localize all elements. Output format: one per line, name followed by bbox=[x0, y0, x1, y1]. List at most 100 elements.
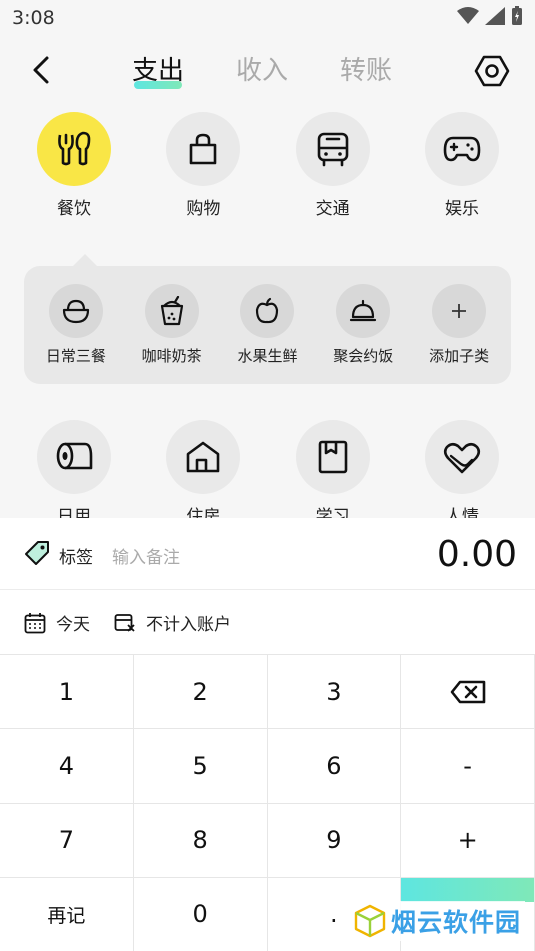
subcategory-panel: 日常三餐 咖啡奶茶 水果生鲜 聚会约饭 添加子类 bbox=[24, 254, 511, 384]
key-backspace[interactable] bbox=[401, 655, 535, 730]
subcategory-label: 日常三餐 bbox=[45, 347, 106, 365]
entry-sheet: 标签 输入备注 0.00 今天 不计入账户 1 2 3 4 5 6 - 7 8 … bbox=[0, 518, 535, 951]
category-dining-label: 餐饮 bbox=[57, 199, 91, 219]
key-6[interactable]: 6 bbox=[267, 729, 402, 804]
key-7[interactable]: 7 bbox=[0, 803, 134, 878]
subcategory-daily-meals[interactable]: 日常三餐 bbox=[30, 284, 122, 366]
battery-icon bbox=[512, 6, 522, 25]
date-label: 今天 bbox=[56, 615, 90, 635]
done-button-gradient bbox=[401, 877, 534, 902]
key-minus[interactable]: - bbox=[401, 729, 535, 804]
subcategory-label: 聚会约饭 bbox=[333, 347, 394, 365]
category-study-circle bbox=[295, 420, 370, 494]
subcategory-circle bbox=[336, 284, 391, 338]
category-dining[interactable]: 餐饮 bbox=[24, 112, 124, 219]
tag-label[interactable]: 标签 bbox=[59, 543, 93, 568]
rice-bowl-icon bbox=[62, 299, 89, 324]
key-8[interactable]: 8 bbox=[133, 803, 268, 878]
hexagon-settings-icon bbox=[474, 55, 510, 87]
house-icon bbox=[187, 441, 220, 473]
gamepad-icon bbox=[443, 136, 481, 162]
subcategory-circle bbox=[240, 284, 295, 338]
watermark-text: 烟云软件园 bbox=[390, 908, 521, 937]
account-off-icon bbox=[114, 613, 135, 632]
dish-cover-icon bbox=[350, 299, 377, 322]
tag-remark-row: 标签 输入备注 0.00 bbox=[0, 518, 535, 590]
status-bar: 3:08 bbox=[0, 0, 535, 36]
account-selector[interactable]: 不计入账户 bbox=[114, 610, 231, 635]
toilet-paper-icon bbox=[56, 442, 93, 470]
shopping-bag-icon bbox=[190, 133, 217, 165]
account-label: 不计入账户 bbox=[146, 615, 231, 635]
category-shopping-label: 购物 bbox=[186, 199, 221, 219]
subcategory-circle bbox=[48, 284, 103, 338]
backspace-icon bbox=[450, 680, 485, 703]
category-housing-circle bbox=[166, 420, 241, 494]
category-entertainment-circle bbox=[424, 112, 499, 186]
key-1[interactable]: 1 bbox=[0, 655, 134, 730]
category-daily-use-circle bbox=[37, 420, 111, 494]
plus-icon bbox=[452, 304, 467, 318]
utensils-icon bbox=[58, 131, 91, 166]
key-2[interactable]: 2 bbox=[133, 655, 268, 730]
apple-icon bbox=[256, 297, 279, 324]
calendar-icon bbox=[24, 612, 46, 633]
back-button[interactable] bbox=[24, 52, 58, 88]
key-3[interactable]: 3 bbox=[267, 655, 402, 730]
subcategory-circle bbox=[432, 284, 487, 338]
subcategory-coffee-tea[interactable]: 咖啡奶茶 bbox=[126, 284, 218, 366]
subcategory-label: 咖啡奶茶 bbox=[141, 347, 202, 365]
options-row: 今天 不计入账户 bbox=[0, 590, 535, 654]
category-study[interactable]: 学习 bbox=[283, 420, 383, 527]
remark-input[interactable]: 输入备注 bbox=[112, 543, 180, 568]
key-9[interactable]: 9 bbox=[267, 803, 402, 878]
settings-button[interactable] bbox=[473, 52, 511, 90]
watermark: 烟云软件园 bbox=[348, 901, 525, 941]
status-time: 3:08 bbox=[12, 7, 55, 29]
tab-expense-label: 支出 bbox=[132, 56, 185, 86]
key-record-again[interactable]: 再记 bbox=[0, 877, 134, 951]
date-selector[interactable]: 今天 bbox=[24, 610, 90, 635]
subcategory-add[interactable]: 添加子类 bbox=[413, 284, 505, 366]
category-transport[interactable]: 交通 bbox=[283, 112, 383, 219]
tab-income-label: 收入 bbox=[236, 56, 289, 86]
category-entertainment-label: 娱乐 bbox=[444, 199, 479, 219]
watermark-logo-icon bbox=[354, 904, 386, 938]
heart-hand-icon bbox=[443, 442, 481, 474]
subcategory-party-meal[interactable]: 聚会约饭 bbox=[317, 284, 409, 366]
key-5[interactable]: 5 bbox=[133, 729, 268, 804]
key-0[interactable]: 0 bbox=[133, 877, 268, 951]
tab-income[interactable]: 收入 bbox=[236, 50, 288, 93]
category-shopping[interactable]: 购物 bbox=[153, 112, 253, 219]
bubble-tea-icon bbox=[160, 296, 183, 326]
key-4[interactable]: 4 bbox=[0, 729, 134, 804]
category-shopping-circle bbox=[166, 112, 241, 186]
category-entertainment[interactable]: 娱乐 bbox=[412, 112, 512, 219]
category-daily-use[interactable]: 日用 bbox=[24, 420, 124, 527]
signal-icon bbox=[485, 7, 505, 25]
category-housing[interactable]: 住房 bbox=[153, 420, 253, 527]
category-transport-circle bbox=[295, 112, 370, 186]
subcategory-circle bbox=[144, 284, 199, 338]
subcategory-panel-pointer bbox=[72, 254, 98, 267]
subcategory-label: 水果生鲜 bbox=[237, 347, 298, 365]
subcategory-fruit-fresh[interactable]: 水果生鲜 bbox=[221, 284, 313, 366]
tab-transfer[interactable]: 转账 bbox=[340, 50, 392, 93]
key-plus[interactable]: + bbox=[401, 803, 535, 878]
category-row-2: 日用 住房 学习 人情 bbox=[24, 420, 512, 527]
wifi-icon bbox=[457, 7, 479, 24]
category-transport-label: 交通 bbox=[315, 199, 350, 219]
header: 支出 收入 转账 bbox=[0, 44, 535, 100]
type-tabs: 支出 收入 转账 bbox=[132, 50, 392, 93]
category-gifts-circle bbox=[424, 420, 499, 494]
category-row-1: 餐饮 购物 交通 娱乐 bbox=[24, 112, 512, 219]
category-dining-circle bbox=[37, 112, 111, 186]
tag-icon[interactable] bbox=[24, 540, 50, 566]
subcategory-label: 添加子类 bbox=[429, 347, 490, 365]
chevron-left-icon bbox=[33, 56, 49, 84]
tab-expense[interactable]: 支出 bbox=[132, 50, 184, 93]
book-icon bbox=[318, 440, 347, 474]
bus-icon bbox=[317, 132, 348, 167]
tab-transfer-label: 转账 bbox=[340, 56, 393, 86]
category-gifts[interactable]: 人情 bbox=[412, 420, 512, 527]
